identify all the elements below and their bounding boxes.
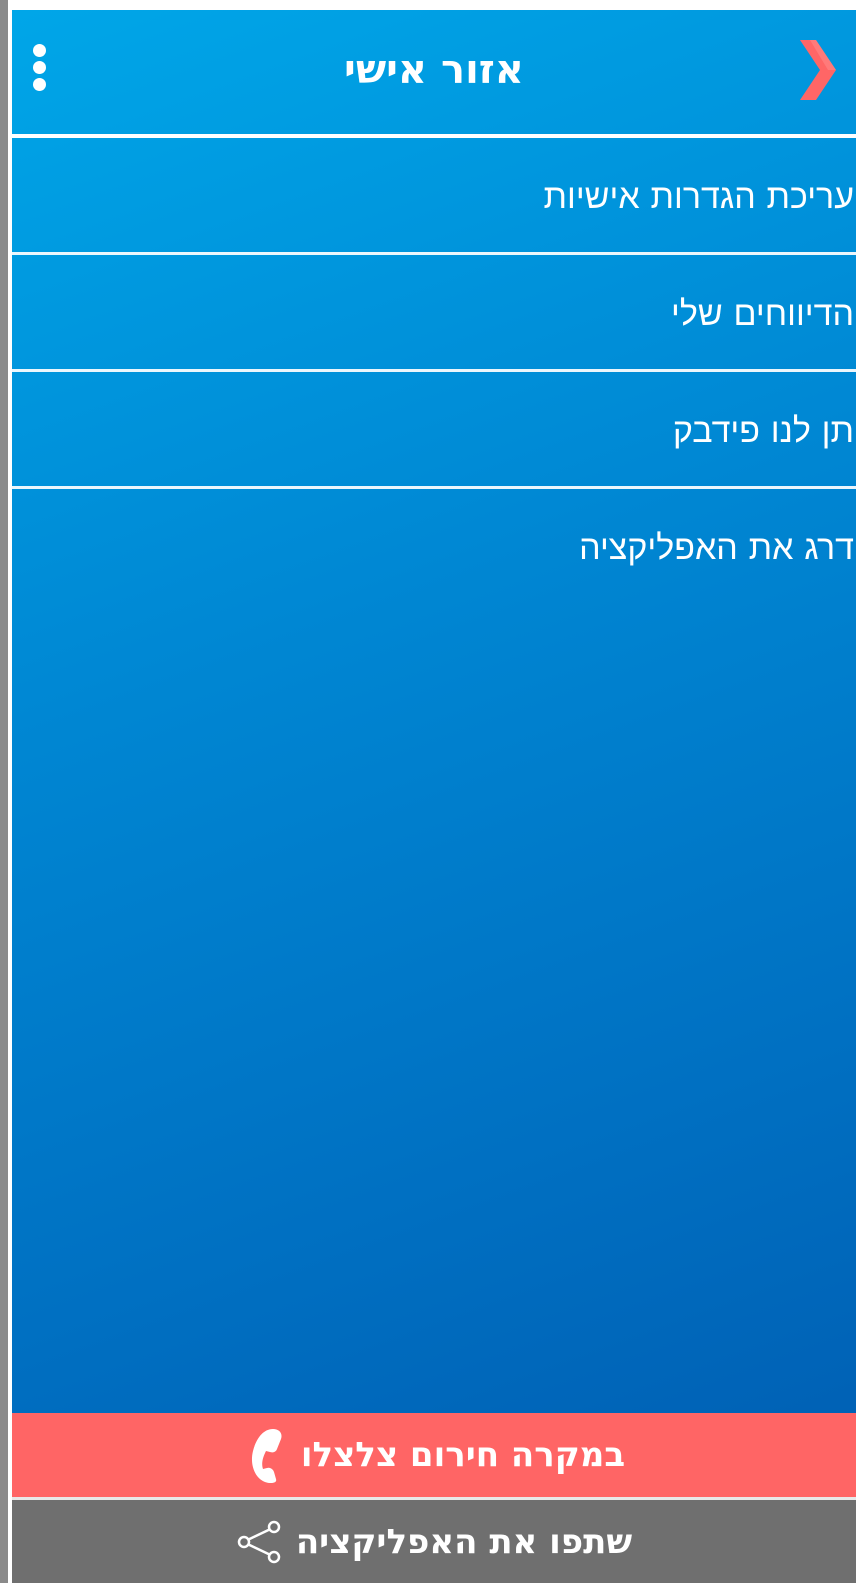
top-bar: אזור אישי	[12, 10, 856, 134]
personal-menu-list: עריכת הגדרות אישיות הדיווחים שלי תן לנו …	[12, 138, 856, 603]
personal-area-screen: אזור אישי עריכת הגדרות אישיות הדיווחים ש…	[12, 10, 856, 1583]
menu-item-feedback[interactable]: תן לנו פידבק	[12, 372, 856, 486]
share-label: שתפו את האפליקציה	[295, 1521, 633, 1562]
menu-item-rate-app[interactable]: דרג את האפליקציה	[12, 489, 856, 603]
emergency-call-button[interactable]: במקרה חירום צלצלו	[12, 1413, 856, 1497]
app-frame: אזור אישי עריכת הגדרות אישיות הדיווחים ש…	[0, 0, 856, 1583]
phone-icon	[243, 1427, 287, 1483]
emergency-label: במקרה חירום צלצלו	[300, 1435, 626, 1475]
share-app-button[interactable]: שתפו את האפליקציה	[12, 1500, 856, 1583]
window-edge	[0, 0, 8, 1583]
menu-item-edit-settings[interactable]: עריכת הגדרות אישיות	[12, 138, 856, 252]
page-title: אזור אישי	[344, 47, 524, 93]
menu-item-label: תן לנו פידבק	[672, 411, 854, 451]
share-icon	[236, 1520, 282, 1564]
menu-item-label: דרג את האפליקציה	[579, 528, 854, 568]
menu-item-label: עריכת הגדרות אישיות	[543, 177, 854, 217]
menu-item-label: הדיווחים שלי	[671, 294, 854, 334]
back-button[interactable]	[798, 38, 838, 102]
chevron-right-icon	[800, 40, 836, 100]
menu-item-my-reports[interactable]: הדיווחים שלי	[12, 255, 856, 369]
